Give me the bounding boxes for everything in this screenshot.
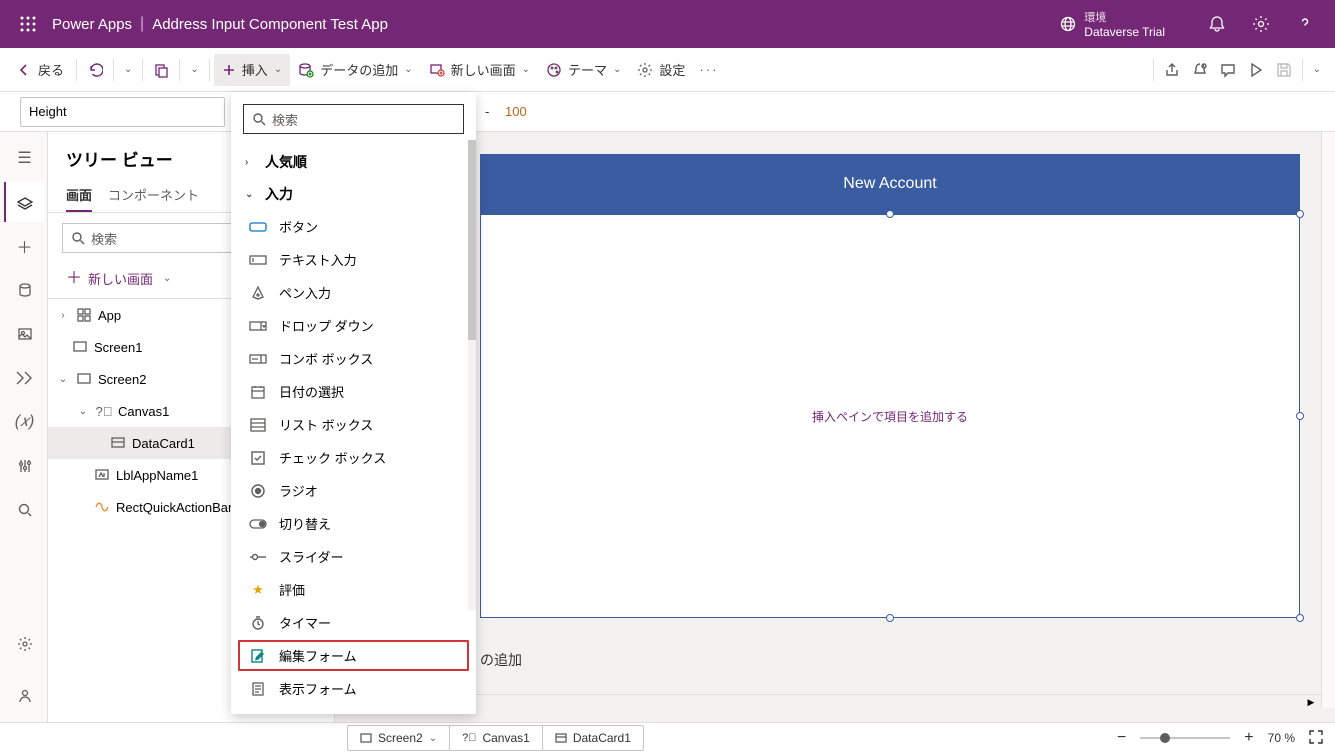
insert-item-listbox[interactable]: リスト ボックス — [231, 408, 476, 441]
rail-tree-view[interactable] — [4, 182, 44, 222]
overflow-button[interactable]: ··· — [693, 54, 724, 86]
new-screen-button[interactable]: 新しい画面 ⌄ — [421, 54, 538, 86]
env-label: 環境 — [1084, 9, 1165, 25]
insert-item-edit-form[interactable]: 編集フォーム — [237, 639, 470, 672]
rail-variables[interactable]: (𝑥) — [4, 402, 44, 442]
insert-item-toggle[interactable]: 切り替え — [231, 507, 476, 540]
comments-button[interactable] — [1214, 54, 1242, 86]
rail-insert[interactable]: ＋ — [4, 226, 44, 266]
share-button[interactable] — [1158, 54, 1186, 86]
fullscreen-icon[interactable] — [1309, 730, 1323, 747]
insert-item-slider[interactable]: スライダー — [231, 540, 476, 573]
insert-scrollbar-thumb[interactable] — [468, 140, 476, 340]
datacard-placeholder: 挿入ペインで項目を追加する — [812, 408, 968, 425]
rail-power-automate[interactable] — [4, 358, 44, 398]
rail-search[interactable] — [4, 490, 44, 530]
form-header-bar[interactable]: New Account — [480, 154, 1300, 214]
rail-data[interactable] — [4, 270, 44, 310]
insert-search-input[interactable]: 検索 — [243, 104, 464, 134]
status-bar: Screen2⌄ ?⃝Canvas1 DataCard1 − + 70 % — [0, 722, 1335, 753]
insert-item-rich-text[interactable]: Aリッチ テキスト エディター — [231, 705, 476, 714]
property-selector[interactable]: Height — [20, 97, 225, 127]
insert-item-combobox[interactable]: コンボ ボックス — [231, 342, 476, 375]
handle-right[interactable] — [1296, 412, 1304, 420]
rail-advanced-tools[interactable] — [4, 446, 44, 486]
insert-item-display-form[interactable]: 表示フォーム — [231, 672, 476, 705]
handle-br[interactable] — [1296, 614, 1304, 622]
insert-group-popular[interactable]: ›人気順 — [231, 146, 476, 178]
add-fields-text: の追加 — [480, 650, 522, 670]
insert-item-datepicker[interactable]: 日付の選択 — [231, 375, 476, 408]
tab-components[interactable]: コンポーネント — [108, 179, 199, 212]
env-name: Dataverse Trial — [1084, 25, 1165, 39]
app-header: Power Apps | Address Input Component Tes… — [0, 0, 1335, 48]
handle-top[interactable] — [886, 210, 894, 218]
play-button[interactable] — [1242, 54, 1270, 86]
paste-button[interactable] — [147, 54, 175, 86]
insert-item-rating[interactable]: ★評価 — [231, 573, 476, 606]
settings-icon[interactable] — [1239, 0, 1283, 48]
theme-button[interactable]: テーマ ⌄ — [538, 54, 629, 86]
save-button[interactable] — [1270, 54, 1298, 86]
formula-expression[interactable]: - 100 — [485, 104, 527, 120]
breadcrumb-datacard1[interactable]: DataCard1 — [542, 725, 644, 751]
insert-menu: 検索 ›人気順 ⌄入力 ボタン テキスト入力 ペン入力 ドロップ ダウン コンボ… — [231, 92, 476, 714]
add-data-button[interactable]: データの追加 ⌄ — [290, 54, 420, 86]
breadcrumb-screen2[interactable]: Screen2⌄ — [347, 725, 450, 751]
tab-screens[interactable]: 画面 — [66, 179, 92, 212]
hscroll-right[interactable]: ▶ — [1301, 695, 1321, 709]
command-bar: 戻る ⌄ ⌄ 挿入 ⌄ データの追加 ⌄ 新しい画面 ⌄ テーマ ⌄ 設定 ··… — [0, 48, 1335, 92]
help-icon[interactable] — [1283, 0, 1327, 48]
insert-group-input[interactable]: ⌄入力 — [231, 178, 476, 210]
title-separator: | — [132, 15, 152, 33]
formula-bar: Height - 100 — [0, 92, 1335, 132]
app-name: Address Input Component Test App — [152, 16, 388, 33]
properties-panel-collapsed[interactable] — [1321, 132, 1335, 708]
breadcrumb-canvas1[interactable]: ?⃝Canvas1 — [449, 725, 543, 751]
checker-button[interactable] — [1186, 54, 1214, 86]
canvas-area[interactable]: New Account 挿入ペインで項目を追加する の追加 ▶ — [335, 132, 1335, 708]
handle-tr[interactable] — [1296, 210, 1304, 218]
rail-hamburger[interactable]: ☰ — [4, 138, 44, 178]
insert-button[interactable]: 挿入 ⌄ — [214, 54, 290, 86]
rail-virtual-agent[interactable] — [4, 676, 44, 716]
publish-chevron[interactable]: ⌄ — [1307, 54, 1327, 86]
insert-item-dropdown[interactable]: ドロップ ダウン — [231, 309, 476, 342]
insert-item-radio[interactable]: ラジオ — [231, 474, 476, 507]
zoom-slider[interactable] — [1140, 737, 1230, 739]
insert-item-text-input[interactable]: テキスト入力 — [231, 243, 476, 276]
back-button[interactable]: 戻る — [8, 54, 72, 86]
insert-item-button[interactable]: ボタン — [231, 210, 476, 243]
insert-item-pen-input[interactable]: ペン入力 — [231, 276, 476, 309]
insert-item-timer[interactable]: タイマー — [231, 606, 476, 639]
paste-chevron[interactable]: ⌄ — [184, 54, 204, 86]
undo-button[interactable] — [81, 54, 109, 86]
datacard-selection[interactable]: 挿入ペインで項目を追加する — [480, 214, 1300, 618]
product-name[interactable]: Power Apps — [48, 16, 132, 33]
zoom-in[interactable]: + — [1244, 729, 1253, 747]
redo-chevron[interactable]: ⌄ — [118, 54, 138, 86]
handle-bottom[interactable] — [886, 614, 894, 622]
rail-media[interactable] — [4, 314, 44, 354]
environment-picker[interactable]: 環境 Dataverse Trial — [1060, 9, 1165, 39]
zoom-value: 70 % — [1268, 731, 1295, 745]
form-title: New Account — [843, 175, 936, 193]
settings-button[interactable]: 設定 — [629, 54, 693, 86]
left-rail: ☰ ＋ (𝑥) — [0, 132, 48, 722]
zoom-out[interactable]: − — [1117, 729, 1126, 747]
rail-settings[interactable] — [4, 624, 44, 664]
insert-item-checkbox[interactable]: チェック ボックス — [231, 441, 476, 474]
notifications-icon[interactable] — [1195, 0, 1239, 48]
waffle-icon[interactable] — [8, 16, 48, 32]
